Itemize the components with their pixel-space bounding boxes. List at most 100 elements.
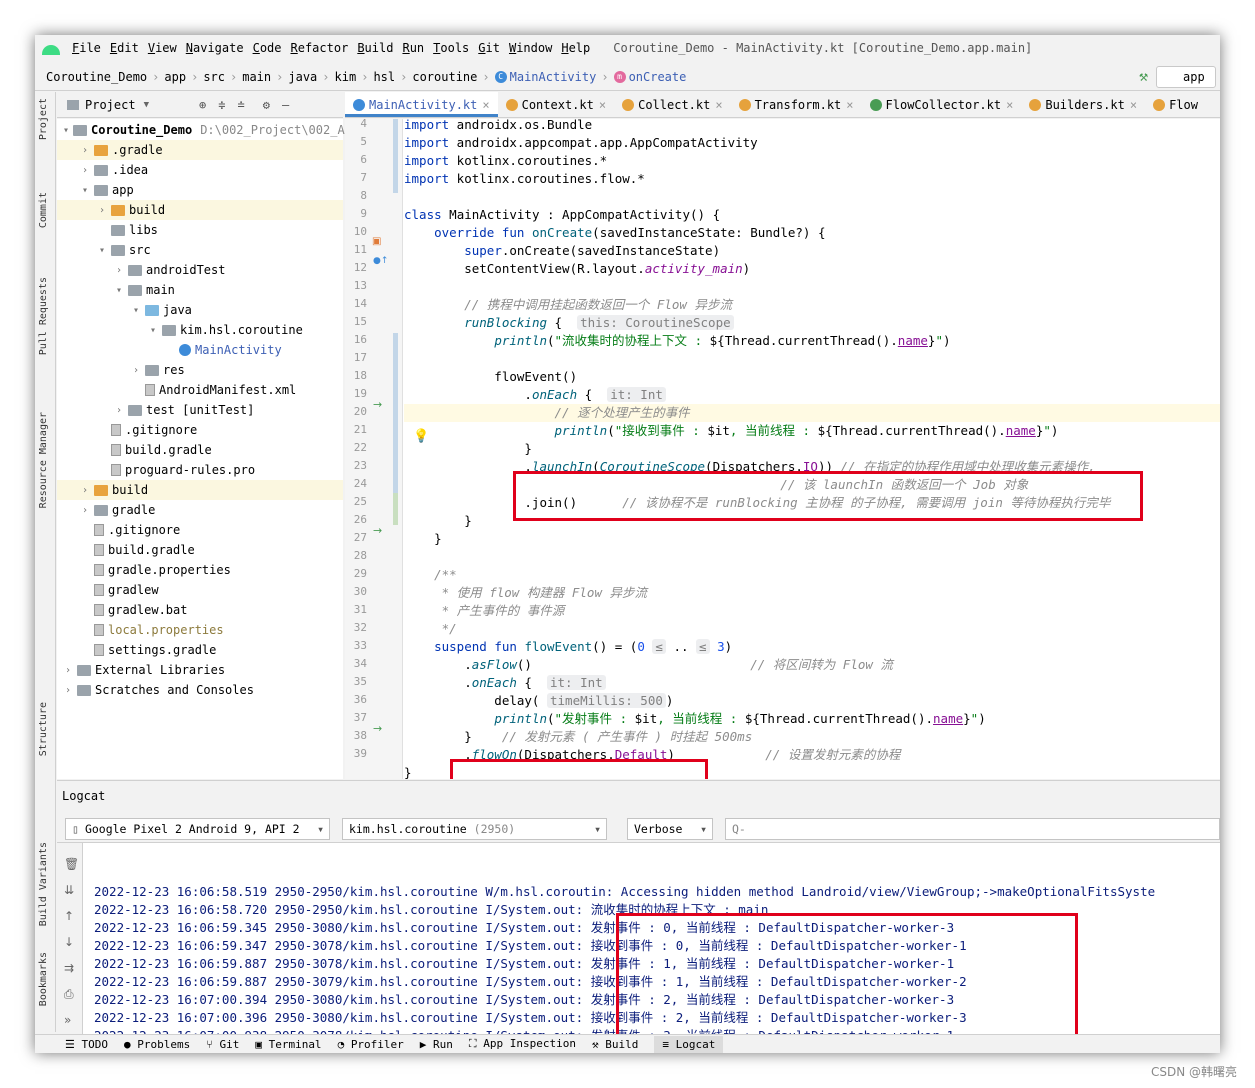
crumb-mainactivity[interactable]: C MainActivity › [494, 70, 614, 84]
tree-item[interactable]: › test [unitTest] [57, 400, 343, 420]
tree-item[interactable]: ▾ Coroutine_Demo D:\002_Project\002_A [57, 120, 345, 140]
crumb-kim[interactable]: kim › [335, 70, 374, 84]
chevron-down-icon[interactable]: ▾ [63, 125, 69, 136]
chevron-right-icon[interactable]: › [97, 205, 107, 216]
tree-item[interactable]: › build [57, 480, 343, 500]
side-tab-build-variants[interactable]: Build Variants [38, 842, 49, 926]
tree-item[interactable]: ▾ src [57, 240, 343, 260]
menu-window[interactable]: Window [509, 41, 552, 55]
editor-tab[interactable]: MainActivity.kt × [345, 92, 498, 117]
device-select[interactable]: ▯ Google Pixel 2 Android 9, API 2 ▾ [65, 818, 330, 840]
tree-item[interactable]: ▾ kim.hsl.coroutine [57, 320, 343, 340]
side-tab-pull-requests[interactable]: Pull Requests [38, 277, 49, 355]
editor-tab[interactable]: Flow [1145, 92, 1206, 117]
lightbulb-icon[interactable]: 💡 [413, 429, 429, 444]
tree-item[interactable]: .gitignore [57, 520, 343, 540]
tree-item[interactable]: › gradle [57, 500, 343, 520]
chevron-down-icon[interactable]: ▾ [97, 245, 107, 256]
bottom-tab-build[interactable]: ⚒ Build [592, 1038, 638, 1051]
side-tab-structure[interactable]: Structure [38, 702, 49, 756]
logcat-search-input[interactable]: Q- [725, 818, 1220, 840]
chevron-right-icon[interactable]: › [80, 505, 90, 516]
code-area[interactable]: import androidx.os.Bundle import android… [404, 119, 1220, 779]
process-select[interactable]: kim.hsl.coroutine (2950) ▾ [342, 818, 607, 840]
hide-icon[interactable]: — [282, 98, 289, 112]
more-icon[interactable]: » [64, 1013, 71, 1027]
chevron-down-icon[interactable]: ▾ [114, 285, 124, 296]
side-tab-bookmarks[interactable]: Bookmarks [38, 952, 49, 1006]
crumb-app[interactable]: app › [164, 70, 203, 84]
chevron-right-icon[interactable]: › [80, 165, 90, 176]
chevron-right-icon[interactable]: › [114, 265, 124, 276]
bottom-tab-problems[interactable]: ● Problems [124, 1038, 190, 1051]
close-icon[interactable]: × [846, 98, 853, 117]
menu-tools[interactable]: Tools [433, 41, 469, 55]
crumb-oncreate[interactable]: m onCreate [613, 70, 686, 84]
close-icon[interactable]: × [599, 98, 606, 117]
tree-item[interactable]: › .gradle [57, 140, 343, 160]
project-panel-title[interactable]: Project [85, 98, 136, 112]
chevron-right-icon[interactable]: › [131, 365, 141, 376]
tree-item[interactable]: › res [57, 360, 343, 380]
locate-icon[interactable]: ⊕ [199, 98, 206, 112]
tree-item[interactable]: local.properties [57, 620, 343, 640]
crumb-java[interactable]: java › [288, 70, 334, 84]
soft-wrap-icon[interactable]: ⇉ [64, 961, 74, 975]
close-icon[interactable]: × [1130, 98, 1137, 117]
down-arrow-icon[interactable]: ↓ [64, 935, 74, 949]
tree-item[interactable]: gradlew.bat [57, 600, 343, 620]
crumb-hsl[interactable]: hsl › [373, 70, 412, 84]
tree-item[interactable]: › External Libraries [57, 660, 343, 680]
menu-git[interactable]: Git [478, 41, 500, 55]
chevron-down-icon[interactable]: ▾ [80, 185, 90, 196]
chevron-down-icon[interactable]: ▾ [148, 325, 158, 336]
menu-view[interactable]: View [148, 41, 177, 55]
tree-item[interactable]: MainActivity [57, 340, 343, 360]
bottom-tab-app-inspection[interactable]: ⛶ App Inspection [469, 1037, 576, 1051]
editor-tab[interactable]: Builders.kt × [1021, 92, 1145, 117]
expand-all-icon[interactable]: ≑ [218, 98, 225, 112]
chevron-right-icon[interactable]: › [63, 665, 73, 676]
chevron-right-icon[interactable]: › [114, 405, 124, 416]
tree-item[interactable]: gradle.properties [57, 560, 343, 580]
menu-help[interactable]: Help [561, 41, 590, 55]
menu-code[interactable]: Code [253, 41, 282, 55]
crumb-src[interactable]: src › [203, 70, 242, 84]
bottom-tab-terminal[interactable]: ▣ Terminal [255, 1038, 321, 1051]
menu-run[interactable]: Run [402, 41, 424, 55]
tree-item[interactable]: AndroidManifest.xml [57, 380, 343, 400]
bottom-tab-profiler[interactable]: ◔ Profiler [338, 1038, 404, 1051]
code-editor[interactable]: ▣ ●↑ → → → 4 5 6 7 8 9 10 11 12 13 14 15 16 17 18 19 20 2… [345, 119, 1220, 779]
tree-item[interactable]: gradlew [57, 580, 343, 600]
menu-file[interactable]: File [72, 41, 101, 55]
tree-item[interactable]: › build [57, 200, 343, 220]
chevron-right-icon[interactable]: › [63, 685, 73, 696]
menu-edit[interactable]: Edit [110, 41, 139, 55]
bottom-tab-run[interactable]: ▶ Run [420, 1038, 453, 1051]
editor-tab[interactable]: FlowCollector.kt × [862, 92, 1022, 117]
tree-item[interactable]: ▾ java [57, 300, 343, 320]
menu-refactor[interactable]: Refactor [291, 41, 349, 55]
build-hammer-icon[interactable]: ⚒ [1139, 67, 1148, 85]
tree-item[interactable]: › androidTest [57, 260, 343, 280]
close-icon[interactable]: × [482, 98, 489, 114]
log-level-select[interactable]: Verbose ▾ [627, 818, 713, 840]
editor-tab[interactable]: Context.kt × [498, 92, 614, 117]
tree-item[interactable]: › Scratches and Consoles [57, 680, 343, 700]
side-tab-project[interactable]: Project [38, 98, 49, 140]
crumb-coroutine[interactable]: coroutine › [412, 70, 494, 84]
chevron-down-icon[interactable]: ▾ [131, 305, 141, 316]
tree-item[interactable]: libs [57, 220, 343, 240]
run-config-select[interactable]: app [1156, 66, 1216, 88]
chevron-right-icon[interactable]: › [80, 485, 90, 496]
scroll-end-icon[interactable]: ⇊ [64, 883, 74, 897]
close-icon[interactable]: × [715, 98, 722, 117]
tree-item[interactable]: build.gradle [57, 440, 343, 460]
tree-item[interactable]: ▾ main [57, 280, 343, 300]
bottom-tab-todo[interactable]: ☰ TODO [65, 1038, 108, 1051]
trash-icon[interactable]: 🗑 [64, 857, 79, 871]
chevron-down-icon[interactable]: ▼ [144, 100, 149, 110]
close-icon[interactable]: × [1006, 98, 1013, 117]
tree-item[interactable]: proguard-rules.pro [57, 460, 343, 480]
side-tab-commit[interactable]: Commit [38, 192, 49, 228]
